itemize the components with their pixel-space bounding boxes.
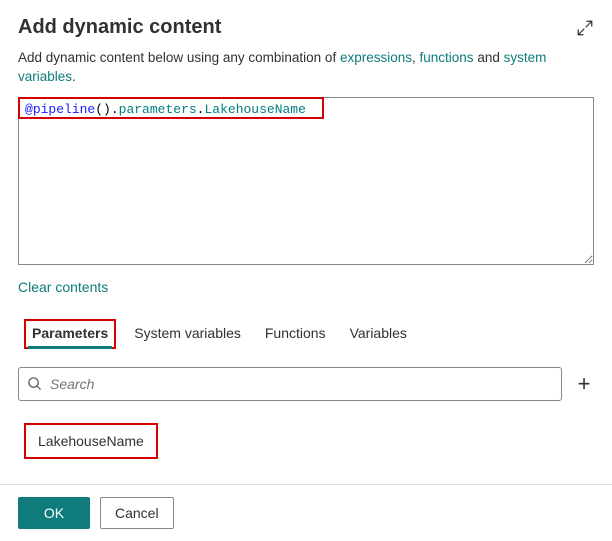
token-at: @: [25, 102, 33, 117]
token-prop-parameters: parameters: [119, 102, 197, 117]
token-ident: pipeline: [33, 102, 95, 117]
clear-contents-link[interactable]: Clear contents: [18, 279, 108, 295]
sep1: ,: [412, 50, 420, 65]
search-icon: [27, 376, 42, 391]
cancel-button[interactable]: Cancel: [100, 497, 174, 529]
tab-variables[interactable]: Variables: [348, 319, 409, 349]
subtext-suffix: .: [72, 69, 76, 84]
expression-editor[interactable]: @pipeline().parameters.LakehouseName: [18, 97, 594, 265]
tab-parameters[interactable]: Parameters: [28, 319, 112, 349]
subtext-prefix: Add dynamic content below using any comb…: [18, 50, 340, 65]
subtext: Add dynamic content below using any comb…: [18, 49, 594, 87]
search-input[interactable]: [48, 375, 553, 393]
expand-icon[interactable]: [576, 19, 594, 37]
link-functions[interactable]: functions: [420, 50, 474, 65]
highlight-annotation-tab: Parameters: [24, 319, 116, 349]
sep2: and: [474, 50, 504, 65]
token-dot: .: [111, 102, 119, 117]
parameter-item-lakehousename[interactable]: LakehouseName: [24, 423, 158, 459]
tabs: Parameters System variables Functions Va…: [18, 319, 594, 349]
link-expressions[interactable]: expressions: [340, 50, 412, 65]
footer: OK Cancel: [0, 484, 612, 541]
tab-functions[interactable]: Functions: [263, 319, 328, 349]
token-prop-lakehouse: LakehouseName: [204, 102, 305, 117]
search-box[interactable]: [18, 367, 562, 401]
panel-title: Add dynamic content: [18, 16, 221, 39]
tab-parameters-label: Parameters: [32, 325, 108, 341]
token-parens: (): [95, 102, 111, 117]
add-button[interactable]: +: [574, 371, 594, 397]
ok-button[interactable]: OK: [18, 497, 90, 529]
tab-system-variables[interactable]: System variables: [132, 319, 243, 349]
